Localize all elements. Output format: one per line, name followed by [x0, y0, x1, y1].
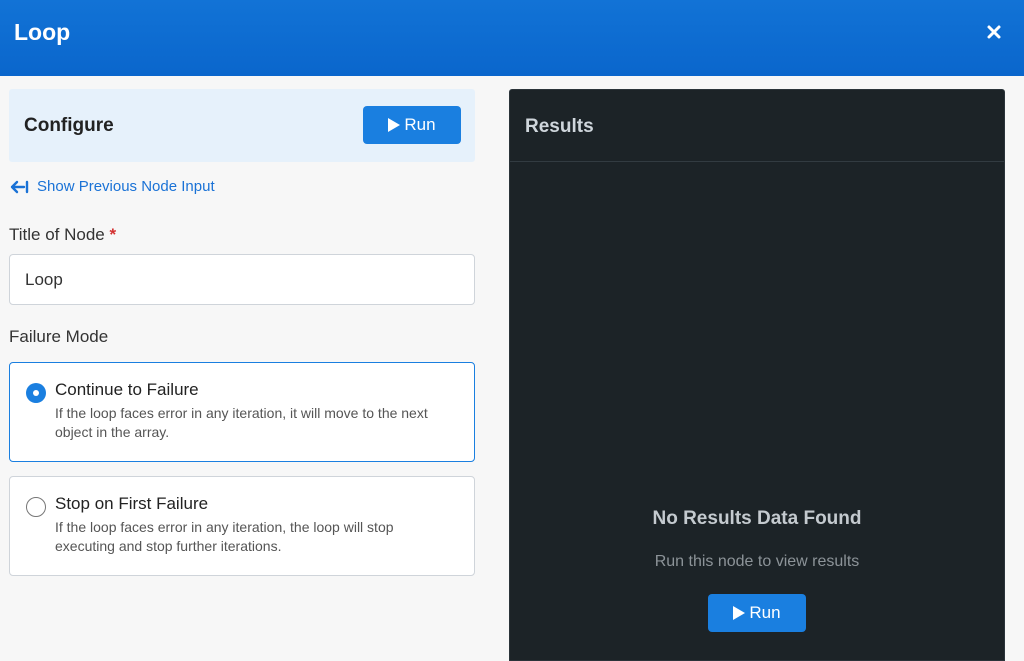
- radio-unchecked-icon[interactable]: [26, 497, 46, 517]
- run-button[interactable]: Run: [363, 106, 461, 144]
- option-continue-to-failure[interactable]: Continue to Failure If the loop faces er…: [9, 362, 475, 462]
- run-button-label: Run: [404, 115, 436, 134]
- option-description: If the loop faces error in any iteration…: [55, 519, 394, 554]
- close-icon: [987, 25, 1001, 39]
- modal-title: Loop: [14, 19, 71, 45]
- failure-mode-label: Failure Mode: [9, 327, 109, 346]
- results-run-button[interactable]: Run: [708, 594, 806, 632]
- results-header: Results: [510, 90, 1004, 162]
- required-mark: *: [109, 225, 117, 244]
- show-previous-node-input-link[interactable]: Show Previous Node Input: [10, 178, 215, 195]
- option-title: Continue to Failure: [55, 380, 199, 399]
- option-description: If the loop faces error in any iteration…: [55, 405, 428, 440]
- radio-checked-icon[interactable]: [26, 383, 46, 403]
- close-button[interactable]: [984, 22, 1004, 42]
- play-icon: [733, 606, 746, 620]
- configure-header: Configure Run: [9, 89, 475, 162]
- results-panel: Results No Results Data Found Run this n…: [509, 89, 1005, 661]
- show-previous-node-input-label: Show Previous Node Input: [37, 178, 215, 195]
- title-field-label: Title of Node *: [9, 225, 116, 245]
- empty-state-subtitle: Run this node to view results: [654, 553, 860, 570]
- play-icon: [388, 118, 401, 132]
- modal-header: Loop: [0, 0, 1024, 76]
- results-title: Results: [525, 116, 594, 137]
- empty-state-title: No Results Data Found: [652, 508, 862, 529]
- run-button-label: Run: [749, 603, 781, 622]
- configure-title: Configure: [24, 115, 114, 136]
- option-title: Stop on First Failure: [55, 494, 209, 513]
- title-field-label-text: Title of Node: [9, 225, 105, 244]
- arrow-left-bar-icon: [10, 180, 29, 193]
- title-of-node-input[interactable]: [9, 254, 475, 305]
- option-stop-on-first-failure[interactable]: Stop on First Failure If the loop faces …: [9, 476, 475, 576]
